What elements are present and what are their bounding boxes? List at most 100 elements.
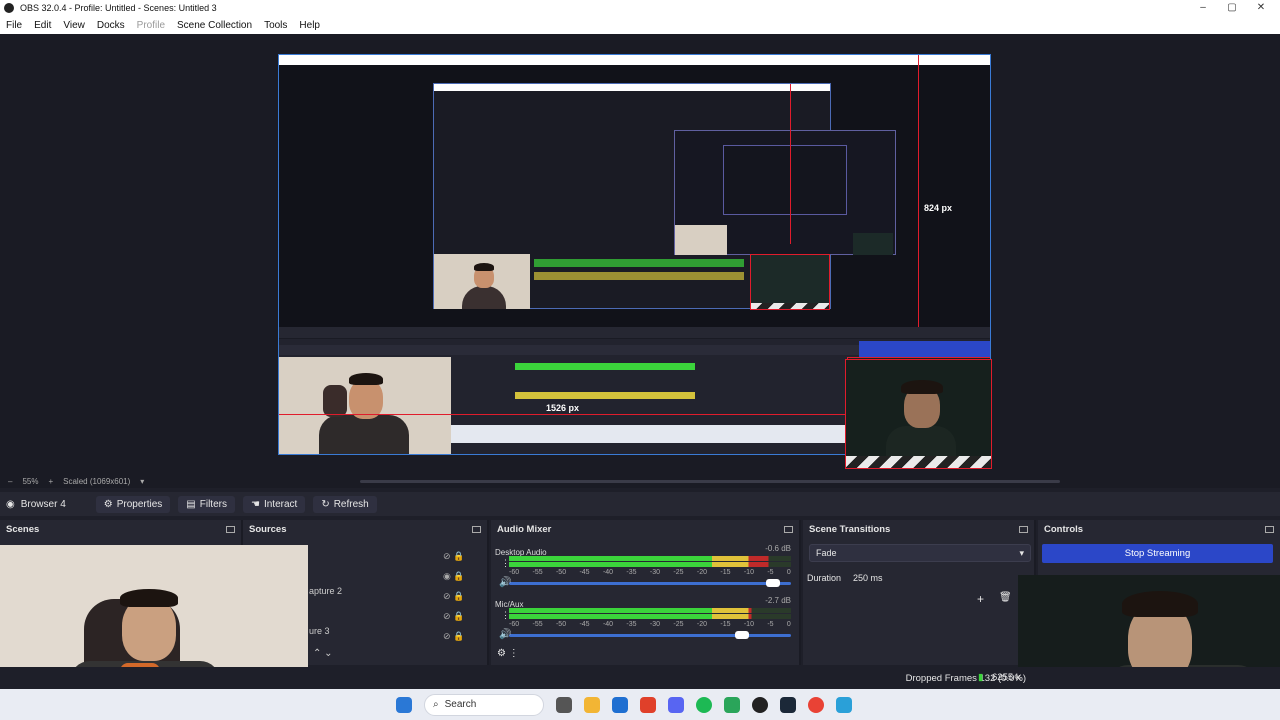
hidden-icon[interactable]: ⊘ 🔒 [443, 546, 465, 566]
meter-tick-label: -10 [743, 569, 754, 576]
taskbar-search[interactable]: ⌕ Search [424, 693, 544, 716]
scene-transitions-title: Scene Transitions [809, 523, 891, 535]
file-explorer-icon[interactable] [584, 696, 600, 713]
volume-slider[interactable] [509, 631, 791, 639]
volume-meter [509, 562, 791, 567]
refresh-button[interactable]: ↻ Refresh [313, 495, 377, 513]
meter-tick-label: -25 [673, 569, 684, 576]
meter-tick-label: -50 [555, 569, 567, 576]
interact-button[interactable]: ☚ Interact [242, 495, 306, 513]
obs-logo-icon [4, 3, 14, 13]
preview-scrollbar[interactable] [360, 480, 1060, 483]
menu-docks[interactable]: Docks [97, 20, 125, 31]
chrome-icon[interactable] [808, 696, 824, 713]
speaker-icon[interactable]: 🔊 [499, 577, 511, 588]
meter-tick-label: 0 [786, 569, 791, 576]
close-button[interactable]: ✕ [1246, 0, 1276, 16]
zoom-in-button[interactable]: + [48, 477, 53, 486]
volume-meter [509, 614, 791, 619]
undock-icon[interactable] [1265, 525, 1274, 533]
meter-tick-label: -10 [743, 621, 754, 628]
status-bar: Dropped Frames 132 (0.0%) [0, 667, 1280, 689]
speaker-icon[interactable]: 🔊 [499, 629, 511, 640]
mic-aux-channel: Mic/Aux -2.7 dB -60 -55 -50 -45 -40 -35 -30 -25… [495, 596, 795, 640]
selected-source-name: Browser 4 [20, 498, 66, 510]
meter-tick-label: -5 [767, 569, 774, 576]
volume-slider[interactable] [509, 579, 791, 587]
meter-tick-label: -60 [509, 621, 520, 628]
controls-title: Controls [1044, 523, 1084, 535]
app-icon[interactable] [836, 696, 852, 713]
sources-title: Sources [249, 523, 287, 535]
kebab-menu-icon[interactable]: ⋮ [501, 610, 510, 621]
add-icon[interactable]: + [977, 592, 984, 606]
nested-taskbar [451, 425, 847, 443]
nested-webcam-main [279, 357, 451, 454]
spotify-icon[interactable] [696, 696, 712, 713]
menu-view[interactable]: View [63, 20, 85, 31]
undock-icon[interactable] [784, 525, 793, 533]
slider-knob[interactable] [765, 579, 780, 587]
list-item[interactable]: ure 3 [309, 626, 330, 636]
menu-edit[interactable]: Edit [34, 20, 51, 31]
menu-scene-collection[interactable]: Scene Collection [177, 20, 252, 31]
move-up-down-buttons[interactable]: ⌃ ⌄ [313, 648, 333, 659]
nested-webcam-4 [853, 233, 893, 255]
obs-taskbar-icon[interactable] [752, 696, 768, 713]
store-icon[interactable] [612, 696, 628, 713]
hidden-icon[interactable]: ⊘ 🔒 [443, 606, 465, 626]
nested-webcam-5 [750, 254, 830, 310]
audio-mixer-title: Audio Mixer [497, 523, 552, 535]
selected-source-webcam[interactable] [845, 359, 992, 469]
globe-icon: ◉ [6, 498, 15, 510]
meter-tick-label: -25 [673, 621, 684, 628]
undock-icon[interactable] [472, 525, 481, 533]
meter-tick-label: -55 [532, 569, 543, 576]
undock-icon[interactable] [226, 525, 235, 533]
meter-tick-label: -40 [602, 621, 614, 628]
scale-dropdown-icon[interactable]: ▾ [140, 477, 144, 486]
task-view-icon[interactable] [556, 696, 572, 713]
filters-button[interactable]: ▤ Filters [178, 495, 235, 513]
meter-tick-label: -15 [720, 621, 731, 628]
minimize-button[interactable]: – [1188, 0, 1218, 16]
meter-tick-label: -20 [696, 569, 707, 576]
app-icon[interactable] [640, 696, 656, 713]
discord-icon[interactable] [668, 696, 684, 713]
steam-icon[interactable] [780, 696, 796, 713]
nested-webcam-2 [434, 254, 530, 309]
windows-start-icon[interactable] [396, 696, 412, 713]
undock-icon[interactable] [1019, 525, 1028, 533]
meter-tick-label: 0 [786, 621, 791, 628]
zoom-out-button[interactable]: – [8, 477, 12, 486]
window-title: OBS 32.0.4 - Profile: Untitled - Scenes:… [20, 3, 217, 13]
scenes-title: Scenes [6, 523, 40, 535]
trash-icon[interactable]: 🗑 [999, 592, 1012, 603]
menu-file[interactable]: File [6, 20, 22, 31]
refresh-icon: ↻ [321, 498, 330, 510]
eye-icon[interactable]: ◉ 🔒 [443, 566, 465, 586]
kebab-menu-icon[interactable]: ⋮ [501, 558, 510, 569]
list-item[interactable]: apture 2 [309, 586, 342, 596]
hidden-icon[interactable]: ⊘ 🔒 [443, 626, 465, 646]
bitrate: 6255 k [992, 672, 1021, 683]
zoom-level: 55% [22, 476, 39, 486]
desktop-audio-channel: Desktop Audio -0.6 dB -60 -55 -50 -45 -40 -35… [495, 544, 795, 588]
scale-mode[interactable]: Scaled (1069x601) [63, 477, 130, 486]
nested-webcam-3 [675, 225, 727, 255]
mixer-settings-icon[interactable]: ⚙ ⋮ [497, 648, 519, 659]
meter-tick-label: -5 [767, 621, 774, 628]
hand-icon: ☚ [250, 498, 260, 510]
properties-button[interactable]: ⚙ Properties [95, 495, 171, 513]
maximize-button[interactable]: ▢ [1217, 0, 1247, 16]
stop-streaming-button[interactable]: Stop Streaming [1042, 544, 1273, 563]
transition-select[interactable]: Fade ▾ [809, 544, 1031, 562]
hidden-icon[interactable]: ⊘ 🔒 [443, 586, 465, 606]
app-icon[interactable] [724, 696, 740, 713]
volume-meter [509, 608, 791, 613]
menu-profile[interactable]: Profile [137, 20, 165, 31]
slider-knob[interactable] [734, 631, 749, 639]
menu-tools[interactable]: Tools [264, 20, 287, 31]
duration-input[interactable]: 250 ms [853, 573, 883, 583]
menu-help[interactable]: Help [299, 20, 320, 31]
